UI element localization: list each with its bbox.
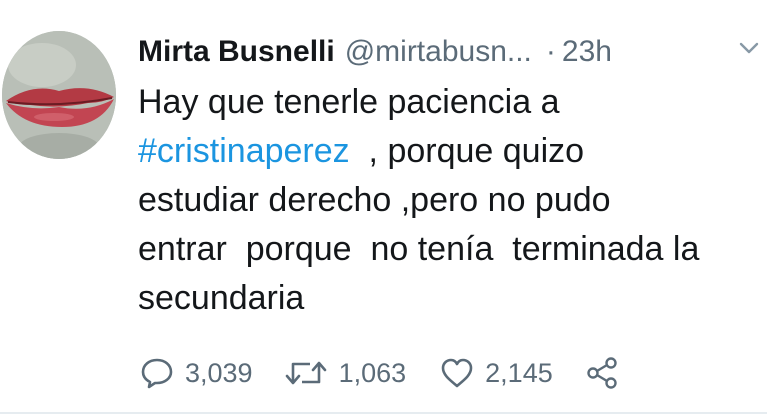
retweet-count: 1,063 — [338, 357, 407, 388]
tweet-text-fragment: , porque quizo — [349, 132, 585, 170]
tweet-text-line: entrar porque no tenía terminada la — [138, 230, 700, 268]
avatar[interactable] — [2, 31, 116, 159]
like-button[interactable]: 2,145 — [440, 357, 553, 389]
like-icon — [441, 358, 473, 388]
tweet-text-line: secundaria — [138, 279, 305, 317]
divider — [0, 412, 767, 414]
timestamp[interactable]: 23h — [562, 35, 612, 69]
like-count: 2,145 — [485, 357, 553, 388]
reply-icon — [141, 358, 173, 389]
share-icon — [587, 357, 617, 389]
separator-dot: · — [545, 35, 556, 68]
tweet-actions: 3,039 1,063 2,145 — [140, 348, 621, 398]
tweet-text: Hay que tenerle paciencia a #cristinaper… — [138, 78, 763, 323]
tweet-text-line: Hay que tenerle paciencia a — [138, 83, 560, 121]
tweet-text-line: #cristinaperez , porque quizo — [138, 127, 763, 176]
reply-button[interactable]: 3,039 — [140, 357, 253, 389]
tweet-header: Mirta Busnelli @mirtabusn... · 23h — [138, 28, 612, 76]
share-button[interactable] — [585, 356, 621, 390]
retweet-icon — [285, 361, 326, 385]
hashtag-link[interactable]: #cristinaperez — [138, 132, 350, 170]
retweet-button[interactable]: 1,063 — [284, 357, 407, 389]
tweet: Mirta Busnelli @mirtabusn... · 23h Hay q… — [0, 0, 767, 419]
author-name[interactable]: Mirta Busnelli — [138, 35, 335, 69]
chevron-down-icon[interactable] — [738, 40, 760, 56]
author-handle[interactable]: @mirtabusn... — [345, 35, 532, 69]
reply-count: 3,039 — [185, 357, 253, 388]
tweet-text-line: estudiar derecho ,pero no pudo — [138, 181, 611, 219]
avatar-image — [2, 31, 116, 159]
